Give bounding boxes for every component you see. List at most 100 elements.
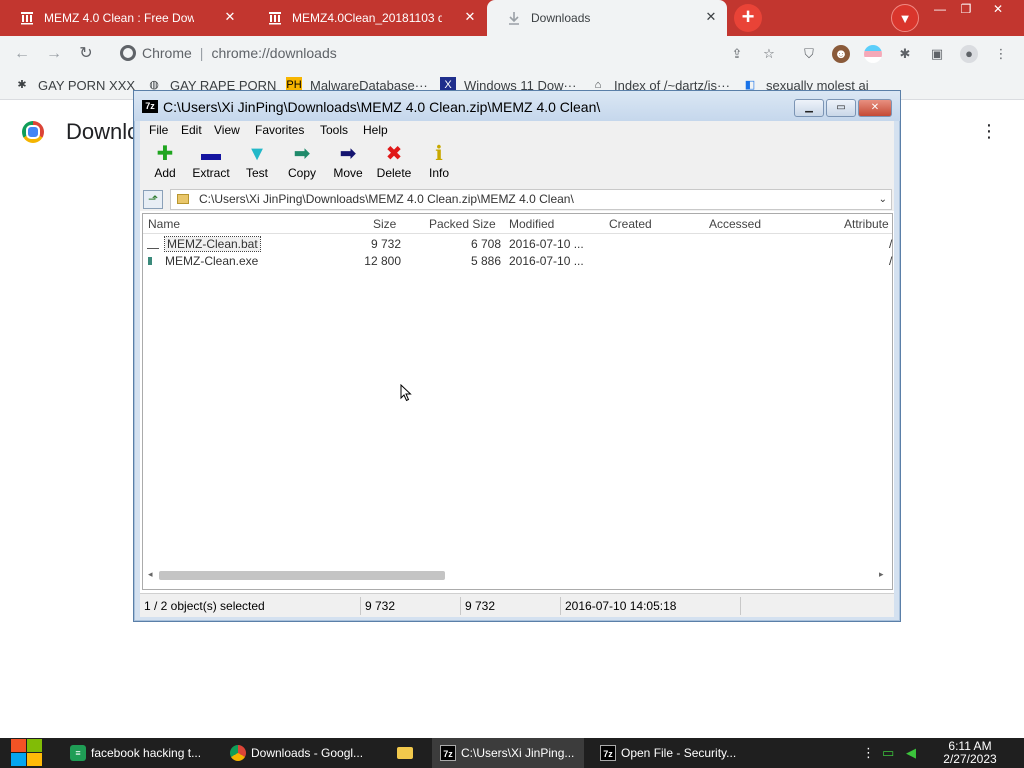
file-modified: 2016-07-10 ...: [509, 237, 584, 251]
maximize-button[interactable]: ▭: [826, 99, 856, 117]
info-button[interactable]: ℹ Info: [417, 143, 461, 180]
chrome-tab-strip: MEMZ 4.0 Clean : Free Downlo ✕ MEMZ4.0Cl…: [0, 0, 1024, 36]
scroll-right-icon[interactable]: ▸: [879, 569, 884, 580]
bookmark-star-icon[interactable]: ☆: [760, 45, 778, 63]
test-button[interactable]: ▼ Test: [235, 143, 279, 180]
tab-downloads[interactable]: Downloads ✕: [487, 0, 727, 36]
up-folder-button[interactable]: ⬏: [143, 190, 163, 209]
column-header-modified[interactable]: Modified: [509, 217, 554, 231]
windows-logo-icon: [27, 753, 42, 766]
path-text: C:\Users\Xi JinPing\Downloads\MEMZ 4.0 C…: [199, 192, 574, 206]
profile-avatar-icon[interactable]: ●: [960, 45, 978, 63]
menu-edit[interactable]: Edit: [181, 123, 202, 137]
restore-button[interactable]: ❐: [951, 0, 981, 18]
page-title: Downlo: [66, 119, 140, 144]
new-tab-button[interactable]: +: [734, 4, 762, 32]
menu-help[interactable]: Help: [363, 123, 388, 137]
table-row[interactable]: MEMZ-Clean.bat 9 732 6 708 2016-07-10 ..…: [147, 236, 892, 253]
horizontal-scrollbar[interactable]: ◂ ▸: [145, 567, 890, 585]
back-button[interactable]: ←: [12, 44, 32, 64]
path-combobox[interactable]: C:\Users\Xi JinPing\Downloads\MEMZ 4.0 C…: [170, 189, 892, 210]
windows-logo-icon: [11, 753, 26, 766]
close-tab-icon[interactable]: ✕: [703, 9, 719, 25]
reload-button[interactable]: ↻: [76, 44, 96, 64]
file-name: MEMZ-Clean.bat: [164, 236, 261, 252]
status-divider: [460, 597, 461, 615]
taskbar-item-notepad[interactable]: ≡ facebook hacking t...: [64, 738, 216, 768]
address-bar[interactable]: Chrome | chrome://downloads: [110, 39, 790, 67]
overflow-icon[interactable]: ⋮: [862, 745, 875, 761]
more-options-icon[interactable]: ⋮: [980, 121, 998, 142]
bookmark-item[interactable]: ✱ GAY PORN XXX: [14, 77, 135, 93]
tab-memz-directory[interactable]: MEMZ4.0Clean_20181103 direc ✕: [248, 2, 486, 34]
add-button[interactable]: ✚ Add: [143, 143, 187, 180]
omnibox-site-label: Chrome: [142, 45, 192, 61]
sevenzip-app-icon: 7z: [142, 100, 158, 113]
taskbar-item-label: C:\Users\Xi JinPing...: [461, 746, 575, 760]
scroll-left-icon[interactable]: ◂: [148, 569, 153, 580]
table-row[interactable]: MEMZ-Clean.exe 12 800 5 886 2016-07-10 .…: [147, 253, 892, 270]
address-row: ⬏ C:\Users\Xi JinPing\Downloads\MEMZ 4.0…: [140, 188, 894, 211]
status-selection: 1 / 2 object(s) selected: [144, 599, 265, 613]
copy-button[interactable]: ➡ Copy: [280, 143, 324, 180]
tab-label: Downloads: [531, 11, 591, 25]
share-icon[interactable]: ⇪: [728, 45, 746, 63]
menu-tools[interactable]: Tools: [320, 123, 348, 137]
side-panel-icon[interactable]: ▣: [928, 45, 946, 63]
sevenzip-icon: 7z: [600, 745, 616, 761]
close-tab-icon[interactable]: ✕: [222, 9, 238, 25]
close-tab-icon[interactable]: ✕: [462, 9, 478, 25]
taskbar-item-label: Downloads - Googl...: [251, 746, 364, 760]
column-header-name[interactable]: Name: [148, 217, 180, 231]
archive-org-icon: [269, 12, 281, 25]
extract-button[interactable]: ▬ Extract: [189, 143, 233, 180]
windows-logo-icon: [27, 739, 42, 752]
taskbar-item-explorer[interactable]: [388, 738, 422, 768]
column-header-attribute[interactable]: Attribute: [844, 217, 889, 231]
extension-flag-icon[interactable]: [864, 45, 882, 63]
menu-view[interactable]: View: [214, 123, 240, 137]
ublock-extension-icon[interactable]: ⛉: [800, 45, 818, 63]
file-list[interactable]: Name Size Packed Size Modified Created A…: [142, 213, 893, 590]
minimize-button[interactable]: ▁: [794, 99, 824, 117]
sevenzip-title-bar[interactable]: 7z C:\Users\Xi JinPing\Downloads\MEMZ 4.…: [134, 91, 900, 121]
tool-label: Info: [428, 166, 449, 180]
extension-face-icon[interactable]: ☻: [832, 45, 850, 63]
minus-icon: ▬: [201, 143, 221, 165]
status-modified: 2016-07-10 14:05:18: [565, 599, 677, 613]
status-divider: [740, 597, 741, 615]
menu-file[interactable]: File: [149, 123, 168, 137]
move-button[interactable]: ➡ Move: [326, 143, 370, 180]
start-button[interactable]: [10, 738, 44, 768]
taskbar-item-sevenzip[interactable]: 7z C:\Users\Xi JinPing...: [432, 738, 584, 768]
extensions-puzzle-icon[interactable]: ✱: [896, 45, 914, 63]
chevron-down-icon[interactable]: ⌄: [879, 190, 887, 209]
column-header-size[interactable]: Size: [373, 217, 396, 231]
column-header-accessed[interactable]: Accessed: [709, 217, 761, 231]
puzzle-bookmark-icon: ✱: [17, 79, 27, 91]
taskbar-item-chrome[interactable]: Downloads - Googl...: [224, 738, 374, 768]
tool-label: Add: [154, 166, 176, 180]
tab-memz-free-download[interactable]: MEMZ 4.0 Clean : Free Downlo ✕: [0, 2, 246, 34]
scrollbar-thumb[interactable]: [159, 571, 445, 580]
menu-favorites[interactable]: Favorites: [255, 123, 304, 137]
taskbar-item-open-file-warning[interactable]: 7z Open File - Security...: [592, 738, 744, 768]
volume-icon[interactable]: ◀: [906, 745, 916, 761]
forward-button[interactable]: →: [44, 44, 64, 64]
tab-search-button[interactable]: ▼: [891, 4, 919, 32]
bat-file-icon: [147, 240, 159, 249]
notepad-icon: ≡: [70, 745, 86, 761]
chrome-icon: [120, 45, 136, 61]
network-icon[interactable]: ▭: [882, 745, 894, 761]
tool-label: Extract: [192, 166, 230, 180]
sevenzip-client-area: File Edit View Favorites Tools Help ✚ Add…: [140, 121, 894, 617]
column-header-created[interactable]: Created: [609, 217, 652, 231]
tab-label: MEMZ 4.0 Clean : Free Downlo: [44, 11, 194, 25]
close-button[interactable]: ✕: [858, 99, 892, 117]
delete-button[interactable]: ✖ Delete: [372, 143, 416, 180]
sevenzip-window: 7z C:\Users\Xi JinPing\Downloads\MEMZ 4.…: [133, 90, 901, 622]
chrome-menu-icon[interactable]: ⋮: [992, 45, 1010, 63]
column-header-packed-size[interactable]: Packed Size: [429, 217, 496, 231]
close-window-button[interactable]: ✕: [983, 0, 1013, 18]
clock[interactable]: 6:11 AM 2/27/2023: [930, 740, 1010, 766]
